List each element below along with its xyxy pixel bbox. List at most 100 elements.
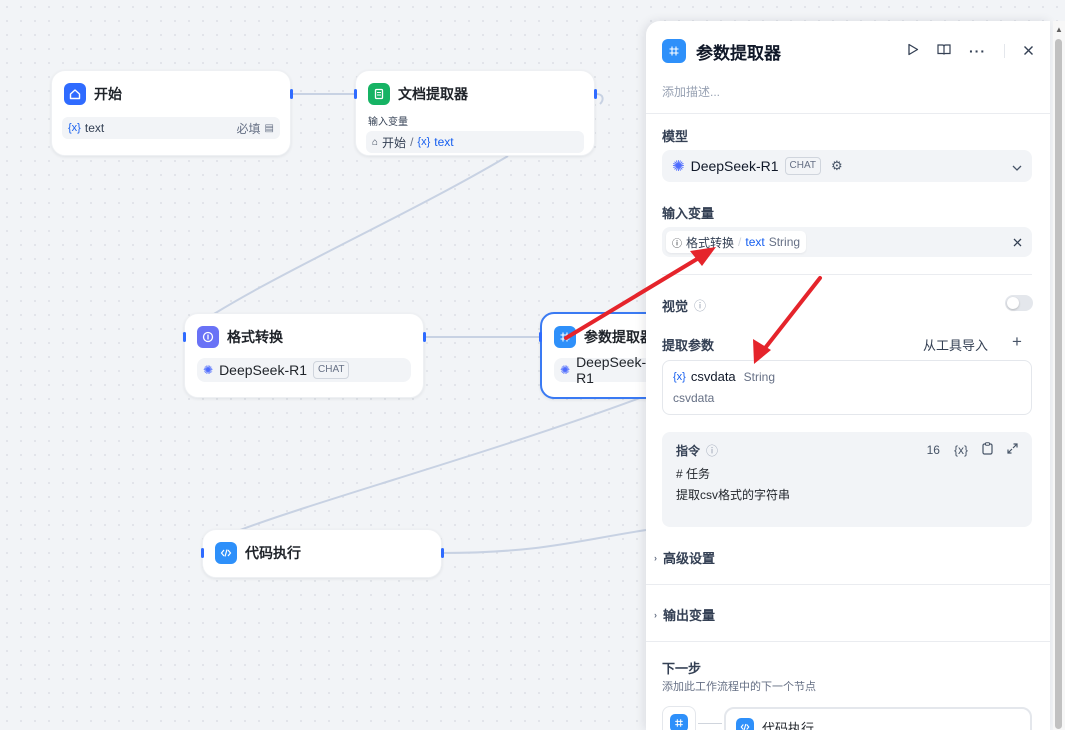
book-icon[interactable] (937, 43, 951, 59)
info-circle-icon (197, 326, 219, 348)
vision-toggle[interactable] (1005, 295, 1033, 311)
input-handle[interactable] (183, 332, 186, 342)
output-variables-label: 输出变量 (663, 608, 716, 623)
node-doc-extractor[interactable]: 文档提取器 输入变量 ⌂ 开始 / {x} text (354, 70, 597, 156)
chat-badge: CHAT (784, 157, 821, 175)
node-format-convert[interactable]: 格式转换 ✺ DeepSeek-R1 CHAT (183, 313, 426, 398)
play-icon[interactable] (907, 43, 919, 59)
variable-prefix: {x} (417, 136, 431, 148)
panel-scrollbar[interactable]: ▲ (1053, 21, 1065, 730)
scroll-up-arrow-icon[interactable]: ▲ (1055, 25, 1063, 34)
output-variables-toggle[interactable]: › 输出变量 (654, 605, 715, 624)
remove-variable-icon[interactable] (1013, 235, 1022, 250)
model-label: 模型 (662, 129, 689, 144)
node-title: 文档提取器 (398, 86, 468, 102)
grid-icon (670, 714, 688, 730)
deepseek-icon: ✺ (672, 158, 685, 175)
variable-name: text (434, 135, 454, 149)
next-node-name: 代码执行 (762, 720, 815, 730)
next-step-connector (698, 723, 722, 724)
doc-input-field[interactable]: ⌂ 开始 / {x} text (366, 131, 584, 153)
output-handle[interactable] (290, 89, 293, 99)
output-handle[interactable] (594, 89, 597, 99)
deepseek-icon: ✺ (203, 363, 214, 377)
model-selector[interactable]: ✺ DeepSeek-R1 CHAT ⚙ (662, 150, 1032, 182)
divider (646, 641, 1050, 642)
panel-title: 参数提取器 (696, 43, 781, 63)
variable-name: text (745, 235, 765, 249)
next-step-label: 下一步 (662, 661, 702, 676)
variable-type: String (768, 235, 801, 249)
vision-label: 视觉 ⓘ (662, 296, 706, 315)
chevron-right-icon: › (654, 609, 657, 620)
required-label: 必填 (236, 121, 261, 136)
input-handle[interactable] (539, 332, 542, 342)
next-step-node-card[interactable]: 代码执行 (724, 707, 1032, 730)
instruction-line-2: 提取csv格式的字符串 (676, 488, 791, 502)
add-param-icon[interactable]: + (1012, 332, 1022, 352)
node-title: 代码执行 (245, 545, 301, 561)
output-handle[interactable] (441, 548, 444, 558)
source-node-name: 格式转换 (686, 235, 735, 250)
home-small-icon: ⌂ (372, 136, 379, 148)
instruction-line-1: # 任务 (676, 467, 711, 481)
toolbar-divider (1004, 44, 1005, 58)
model-row[interactable]: ✺ DeepSeek-R1 CHAT (197, 358, 411, 382)
instruction-editor[interactable]: 指令 ⓘ 16 {x} # 任务 提取csv格式的字符串 (662, 432, 1032, 527)
node-title: 参数提取器 (584, 329, 654, 345)
param-name: csvdata (690, 369, 736, 384)
document-small-icon: ▤ (264, 122, 274, 134)
sliders-icon[interactable]: ⚙ (831, 158, 843, 174)
code-icon (215, 542, 237, 564)
close-icon[interactable] (1023, 43, 1034, 59)
input-variable-label: 输入变量 (368, 117, 408, 128)
next-step-hint: 添加此工作流程中的下一个节点 (662, 681, 816, 693)
deepseek-icon: ✺ (560, 363, 571, 377)
home-icon (64, 83, 86, 105)
vision-label-text: 视觉 (662, 299, 689, 314)
param-type: String (743, 369, 776, 384)
help-icon[interactable]: ⓘ (706, 442, 718, 459)
panel-header: 参数提取器 ··· (662, 39, 1034, 63)
input-variable-chip[interactable]: ⓘ 格式转换 / text String (666, 231, 807, 253)
info-circle-icon: ⓘ (672, 238, 682, 250)
variable-prefix: {x} (673, 370, 686, 383)
code-icon (736, 718, 754, 730)
divider (646, 584, 1050, 585)
param-card[interactable]: {x} csvdata String csvdata (662, 360, 1032, 415)
edge-extractor-code (239, 397, 641, 531)
variable-prefix: {x} (68, 122, 81, 134)
import-from-tool-button[interactable]: 从工具导入 (923, 335, 988, 354)
advanced-settings-toggle[interactable]: › 高级设置 (654, 548, 715, 567)
input-handle[interactable] (201, 548, 204, 558)
chevron-down-icon[interactable] (1012, 159, 1022, 174)
scroll-thumb[interactable] (1055, 39, 1062, 729)
more-icon[interactable]: ··· (969, 43, 986, 59)
edge-doc-format (182, 155, 509, 335)
chevron-right-icon: › (654, 552, 657, 563)
node-start[interactable]: 开始 {x} text 必填 ▤ (51, 70, 293, 156)
input-handle[interactable] (354, 89, 357, 99)
variable-name: text (84, 121, 105, 135)
model-name: DeepSeek-R1 (690, 158, 779, 174)
insert-variable-icon[interactable]: {x} (954, 443, 968, 457)
divider (646, 113, 1050, 114)
next-step-source (662, 706, 696, 730)
param-description: csvdata (673, 391, 715, 405)
model-name: DeepSeek-R1 (219, 362, 307, 378)
help-icon[interactable]: ⓘ (694, 297, 706, 314)
advanced-settings-label: 高级设置 (663, 551, 716, 566)
input-variable-label: 输入变量 (662, 206, 715, 221)
node-config-panel: 参数提取器 ··· 添加描述... 模型 ✺ DeepSeek-R1 CHAT … (646, 21, 1050, 730)
divider (662, 274, 1032, 275)
node-code-exec[interactable]: 代码执行 (201, 529, 444, 578)
description-input[interactable]: 添加描述... (662, 83, 720, 100)
edge-code-out (441, 529, 647, 554)
output-handle[interactable] (423, 332, 426, 342)
clipboard-icon[interactable] (982, 442, 993, 458)
expand-icon[interactable] (1007, 443, 1018, 457)
document-icon (368, 83, 390, 105)
extract-params-label: 提取参数 (662, 338, 715, 353)
node-title: 开始 (94, 86, 122, 102)
start-variable-field[interactable]: {x} text 必填 ▤ (62, 117, 280, 139)
